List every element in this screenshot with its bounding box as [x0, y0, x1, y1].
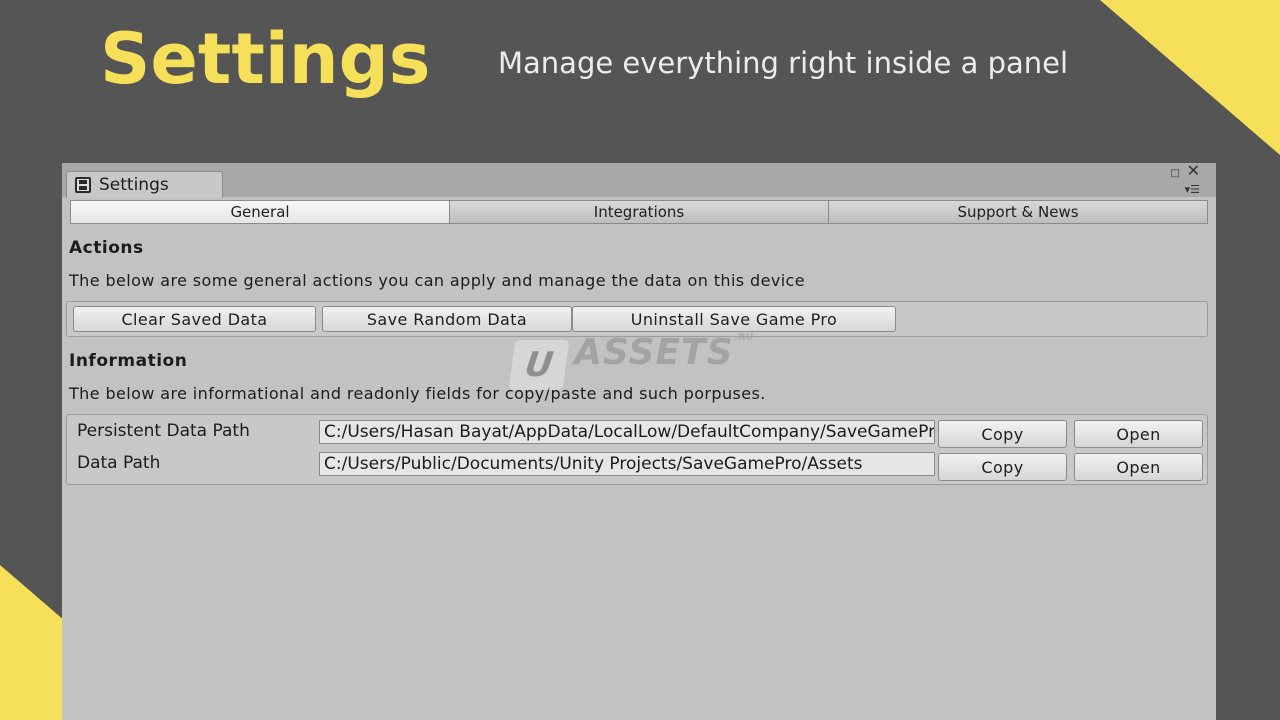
- tab-support-news[interactable]: Support & News: [829, 201, 1207, 223]
- persistent-data-path-field[interactable]: C:/Users/Hasan Bayat/AppData/LocalLow/De…: [319, 420, 935, 444]
- window-tabbar: Settings □ ✕ ▾☰: [62, 163, 1216, 198]
- maximize-icon[interactable]: □: [1171, 167, 1180, 181]
- persistent-data-path-label: Persistent Data Path: [77, 421, 250, 441]
- copy-data-path-button[interactable]: Copy: [938, 453, 1067, 481]
- corner-decoration-top-right: [1100, 0, 1280, 155]
- actions-description: The below are some general actions you c…: [69, 271, 805, 290]
- floppy-disk-icon: [75, 177, 91, 193]
- actions-heading: Actions: [69, 238, 144, 258]
- uninstall-save-game-pro-button[interactable]: Uninstall Save Game Pro: [572, 306, 896, 332]
- tab-integrations[interactable]: Integrations: [450, 201, 829, 223]
- clear-saved-data-button[interactable]: Clear Saved Data: [73, 306, 316, 332]
- window-tab-settings[interactable]: Settings: [66, 171, 223, 198]
- context-menu-icon[interactable]: ▾☰: [1185, 183, 1200, 197]
- settings-window: Settings □ ✕ ▾☰ General Integrations Sup…: [62, 163, 1216, 720]
- copy-persistent-data-path-button[interactable]: Copy: [938, 420, 1067, 448]
- hero-subtitle: Manage everything right inside a panel: [498, 46, 1069, 80]
- data-path-label: Data Path: [77, 453, 161, 473]
- open-data-path-button[interactable]: Open: [1074, 453, 1203, 481]
- actions-box: Clear Saved Data Save Random Data Uninst…: [66, 301, 1208, 337]
- open-persistent-data-path-button[interactable]: Open: [1074, 420, 1203, 448]
- window-tab-label: Settings: [99, 175, 169, 195]
- information-box: Persistent Data Path C:/Users/Hasan Baya…: [66, 414, 1208, 485]
- information-heading: Information: [69, 351, 188, 371]
- settings-toolbar: General Integrations Support & News: [70, 200, 1208, 224]
- save-random-data-button[interactable]: Save Random Data: [322, 306, 572, 332]
- data-path-field[interactable]: C:/Users/Public/Documents/Unity Projects…: [319, 452, 935, 476]
- hero-title: Settings: [100, 18, 431, 100]
- information-description: The below are informational and readonly…: [69, 384, 766, 403]
- tab-general[interactable]: General: [71, 201, 450, 223]
- close-icon[interactable]: ✕: [1187, 163, 1200, 179]
